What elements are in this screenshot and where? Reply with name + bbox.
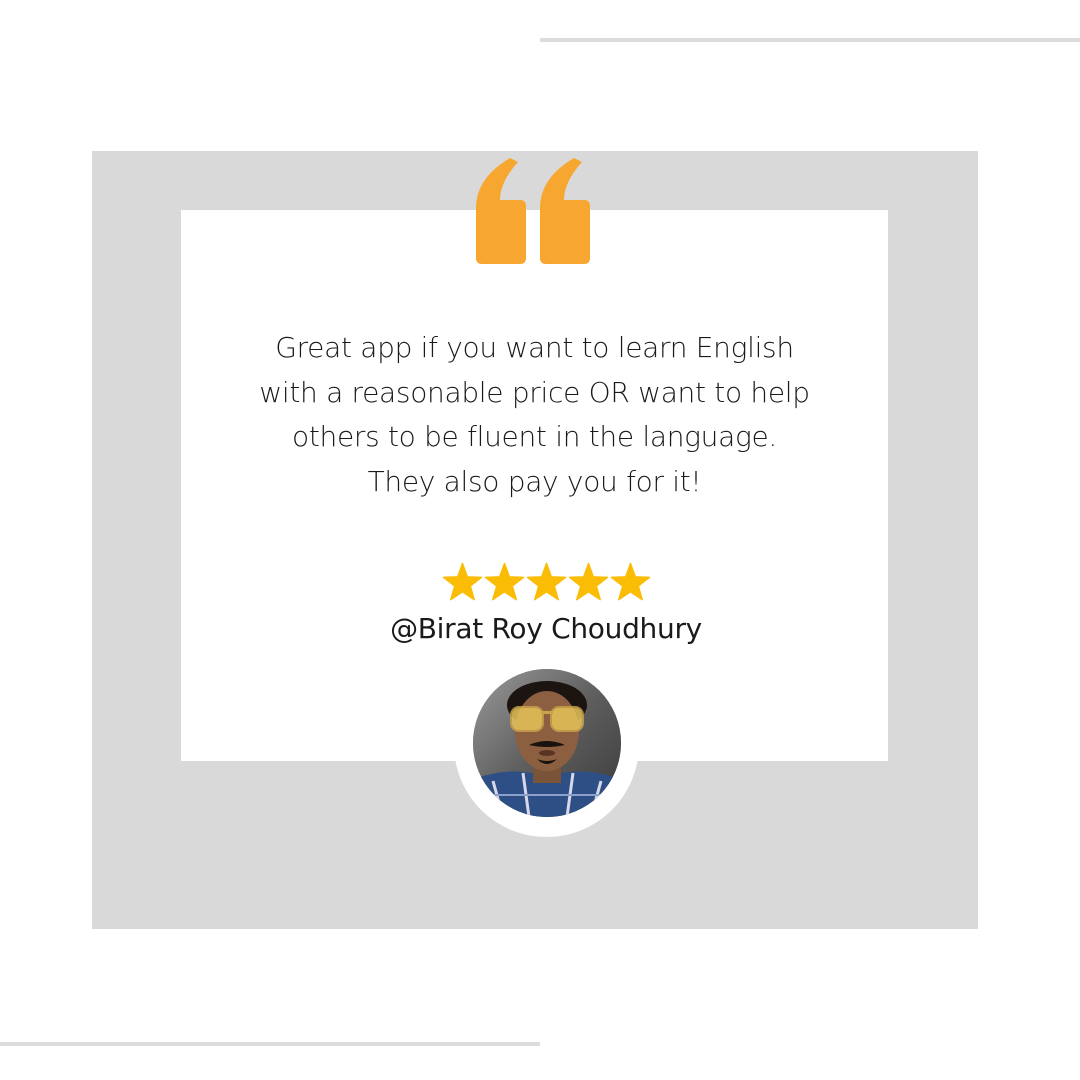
star-icon [442,562,482,601]
bottom-divider [0,1042,540,1046]
review-text: Great app if you want to learn English w… [259,331,810,498]
star-icon [526,562,566,601]
testimonial-canvas: Great app if you want to learn English w… [0,0,1080,1080]
star-icon [568,562,608,601]
star-icon [610,562,650,601]
star-rating [440,562,652,606]
double-quote-icon [476,158,590,264]
avatar-photo [473,669,621,817]
star-icon [484,562,524,601]
reviewer-name: @Birat Roy Choudhury [390,612,702,645]
avatar [473,669,621,817]
top-divider [540,38,1080,42]
